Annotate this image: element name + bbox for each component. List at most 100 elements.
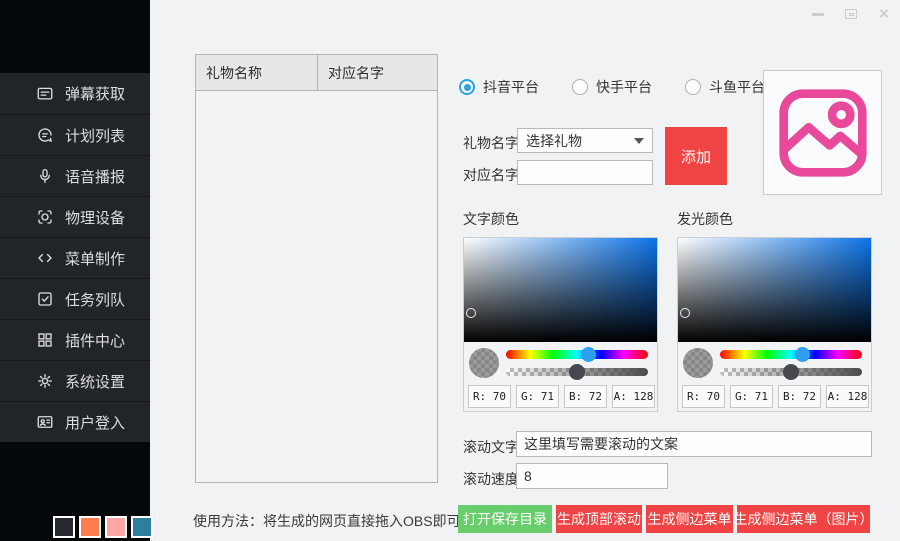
theme-palette (53, 516, 153, 538)
map-name-input[interactable] (517, 160, 653, 185)
glow-color-title: 发光颜色 (677, 209, 733, 229)
radio-circle-icon (459, 79, 475, 95)
scroll-speed-label: 滚动速度 (463, 469, 519, 489)
scroll-text-input[interactable] (516, 431, 872, 457)
gift-name-label: 礼物名字 (463, 133, 519, 153)
green-value-box[interactable]: G: 71 (730, 385, 773, 408)
glow-color-picker: R: 70 G: 71 B: 72 A: 128 (677, 237, 872, 412)
close-icon[interactable]: × (876, 6, 892, 22)
table-body-empty (196, 91, 437, 482)
sidebar-item-plan-list[interactable]: 计划列表 (0, 114, 150, 155)
map-name-label: 对应名字 (463, 165, 519, 185)
sidebar-item-label: 任务列队 (65, 289, 125, 310)
radio-label: 快手平台 (596, 77, 652, 97)
sv-cursor-icon[interactable] (466, 308, 476, 318)
alpha-slider[interactable] (506, 368, 648, 376)
sidebar-item-voice[interactable]: 语音播报 (0, 155, 150, 196)
generate-side-menu-image-button[interactable]: 生成侧边菜单（图片） (737, 505, 870, 533)
add-button[interactable]: 添加 (665, 127, 727, 185)
sidebar-item-label: 插件中心 (65, 330, 125, 351)
alpha-value-box[interactable]: A: 128 (826, 385, 869, 408)
alpha-value-box[interactable]: A: 128 (612, 385, 655, 408)
sidebar-item-label: 物理设备 (65, 207, 125, 228)
danmu-list-icon (36, 85, 54, 103)
scroll-speed-input[interactable] (516, 463, 668, 489)
green-value-box[interactable]: G: 71 (516, 385, 559, 408)
sv-cursor-icon[interactable] (680, 308, 690, 318)
sidebar-item-label: 弹幕获取 (65, 83, 125, 104)
hue-slider[interactable] (720, 350, 862, 359)
sidebar-item-label: 语音播报 (65, 166, 125, 187)
sidebar-item-login[interactable]: 用户登入 (0, 401, 150, 442)
device-icon (36, 208, 54, 226)
sidebar-item-menu-maker[interactable]: 菜单制作 (0, 237, 150, 278)
palette-swatch-pink[interactable] (105, 516, 127, 538)
gear-icon (36, 372, 54, 390)
radio-label: 抖音平台 (483, 77, 539, 97)
radio-circle-icon (685, 79, 701, 95)
gift-mapping-table: 礼物名称 对应名字 (195, 54, 438, 483)
sidebar-item-label: 系统设置 (65, 371, 125, 392)
sidebar-footer-block (0, 442, 150, 541)
task-check-icon (36, 290, 54, 308)
table-header-gift-name: 礼物名称 (196, 55, 318, 90)
radio-label: 斗鱼平台 (709, 77, 765, 97)
window-controls: × (810, 6, 892, 22)
plugin-grid-icon (36, 331, 54, 349)
alpha-slider-handle[interactable] (783, 364, 799, 380)
code-icon (36, 249, 54, 267)
radio-douyin[interactable]: 抖音平台 (459, 77, 539, 97)
red-value-box[interactable]: R: 70 (468, 385, 511, 408)
sidebar-logo-block (0, 0, 150, 73)
maximize-icon[interactable] (843, 6, 859, 22)
hue-slider[interactable] (506, 350, 648, 359)
hue-slider-handle[interactable] (795, 347, 810, 362)
sidebar: 弹幕获取 计划列表 语音播报 物理设备 菜单制作 (0, 0, 150, 541)
radio-circle-icon (572, 79, 588, 95)
alpha-slider-handle[interactable] (569, 364, 585, 380)
table-header-map-name: 对应名字 (318, 55, 437, 90)
plan-list-icon (36, 126, 54, 144)
blue-value-box[interactable]: B: 72 (778, 385, 821, 408)
scroll-text-label: 滚动文字 (463, 437, 519, 457)
footer-buttons: 打开保存目录 生成顶部滚动 生成侧边菜单 生成侧边菜单（图片） (458, 505, 870, 533)
text-color-picker: R: 70 G: 71 B: 72 A: 128 (463, 237, 658, 412)
rgba-values: R: 70 G: 71 B: 72 A: 128 (468, 385, 655, 408)
table-header-row: 礼物名称 对应名字 (196, 55, 437, 91)
alpha-slider[interactable] (720, 368, 862, 376)
blue-value-box[interactable]: B: 72 (564, 385, 607, 408)
saturation-value-area[interactable] (678, 238, 871, 342)
sidebar-item-label: 用户登入 (65, 412, 125, 433)
sidebar-item-task-queue[interactable]: 任务列队 (0, 278, 150, 319)
microphone-icon (36, 167, 54, 185)
radio-kuaishou[interactable]: 快手平台 (572, 77, 652, 97)
radio-douyu[interactable]: 斗鱼平台 (685, 77, 765, 97)
color-preview-circle (469, 348, 499, 378)
text-color-title: 文字颜色 (463, 209, 519, 229)
color-preview-circle (683, 348, 713, 378)
saturation-value-area[interactable] (464, 238, 657, 342)
gift-image-box[interactable] (763, 70, 882, 195)
image-placeholder-icon (777, 87, 869, 179)
gift-select-dropdown[interactable]: 选择礼物 (517, 128, 653, 153)
palette-swatch-orange[interactable] (79, 516, 101, 538)
sidebar-item-label: 计划列表 (65, 125, 125, 146)
palette-swatch-dark[interactable] (53, 516, 75, 538)
generate-top-scroll-button[interactable]: 生成顶部滚动 (556, 505, 642, 533)
sidebar-item-device[interactable]: 物理设备 (0, 196, 150, 237)
sidebar-menu: 弹幕获取 计划列表 语音播报 物理设备 菜单制作 (0, 73, 150, 442)
rgba-values: R: 70 G: 71 B: 72 A: 128 (682, 385, 869, 408)
sidebar-item-danmu[interactable]: 弹幕获取 (0, 73, 150, 114)
sidebar-item-settings[interactable]: 系统设置 (0, 360, 150, 401)
palette-swatch-teal[interactable] (131, 516, 153, 538)
gift-select-value: 选择礼物 (526, 131, 582, 151)
usage-hint: 使用方法：将生成的网页直接拖入OBS即可 (193, 511, 461, 531)
user-card-icon (36, 413, 54, 431)
sidebar-item-label: 菜单制作 (65, 248, 125, 269)
minimize-icon[interactable] (810, 6, 826, 22)
red-value-box[interactable]: R: 70 (682, 385, 725, 408)
generate-side-menu-button[interactable]: 生成侧边菜单 (646, 505, 733, 533)
open-save-dir-button[interactable]: 打开保存目录 (458, 505, 552, 533)
sidebar-item-plugin-center[interactable]: 插件中心 (0, 319, 150, 360)
hue-slider-handle[interactable] (581, 347, 596, 362)
